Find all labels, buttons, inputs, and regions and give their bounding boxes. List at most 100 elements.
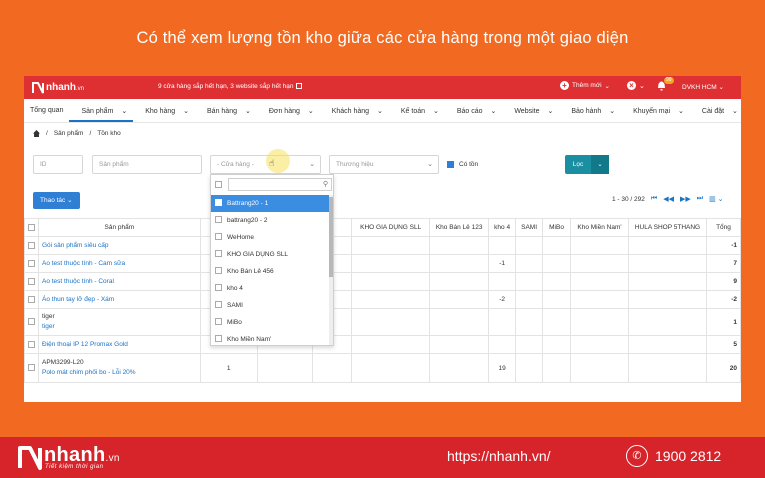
- product-code: APM3299-L20: [42, 359, 84, 366]
- add-new-menu[interactable]: + Thêm mới ⌄: [560, 81, 610, 90]
- in-stock-checkbox[interactable]: [447, 161, 454, 168]
- search-icon: ⚲: [322, 181, 328, 188]
- filter-button-label: Lọc: [572, 161, 584, 168]
- in-stock-toggle[interactable]: Có tồn: [447, 155, 478, 174]
- menu-website[interactable]: Website ⌄: [502, 107, 559, 115]
- menu-products[interactable]: Sản phẩm ⌄: [69, 107, 134, 122]
- product-name-link[interactable]: Polo mát chim phối bo - Lỗi 20%: [42, 368, 197, 378]
- app-logo[interactable]: nhanh.vn: [31, 80, 84, 95]
- row-checkbox[interactable]: [24, 335, 39, 354]
- expiry-notice[interactable]: 9 cửa hàng sắp hết hạn, 3 website sắp hế…: [158, 83, 302, 90]
- chevron-down-icon[interactable]: ⌄: [591, 155, 609, 174]
- pager-range: 1 - 30 / 292: [612, 195, 645, 203]
- select-all-stores-checkbox[interactable]: [215, 181, 222, 188]
- product-name-link[interactable]: Ao test thuộc tính - Coral: [38, 272, 201, 291]
- columns-icon[interactable]: ▥ ⌄: [709, 195, 723, 203]
- col-total[interactable]: Tổng: [705, 218, 741, 237]
- first-page-icon[interactable]: ⏮: [651, 195, 657, 203]
- close-menu[interactable]: × ⌄: [627, 81, 645, 90]
- id-field[interactable]: ID: [33, 155, 83, 174]
- menu-warehouse[interactable]: Kho hàng ⌄: [133, 107, 195, 115]
- last-page-icon[interactable]: ⏭: [697, 195, 703, 203]
- row-checkbox[interactable]: [24, 290, 39, 309]
- row-checkbox[interactable]: [24, 272, 39, 291]
- notification-bell[interactable]: 99: [657, 77, 674, 93]
- col-mibo[interactable]: MiBo: [542, 218, 572, 237]
- col-sami[interactable]: SAMI: [515, 218, 544, 237]
- prev-page-icon[interactable]: ◀◀: [663, 195, 674, 203]
- menu-sales[interactable]: Bán hàng ⌄: [195, 107, 257, 115]
- stock-cell: 19: [488, 353, 517, 383]
- col-hula-shop[interactable]: HULA SHOP 5THANG: [628, 218, 707, 237]
- menu-warranty[interactable]: Bảo hành ⌄: [559, 107, 621, 115]
- col-kho-gia-dung[interactable]: KHO GIA DỤNG SLL: [351, 218, 431, 237]
- breadcrumb-products[interactable]: Sản phẩm: [54, 130, 84, 137]
- phone-icon: ✆: [626, 445, 648, 467]
- store-dropdown: ⚲ Battrang20 - 1 battrang20 - 2 WeHome K…: [210, 174, 334, 346]
- product-name-link[interactable]: Điện thoại IP 12 Promax Gold: [38, 335, 201, 354]
- product-name-link[interactable]: Áo thun tay lỡ đẹp - Xám: [38, 290, 201, 309]
- col-kho4[interactable]: kho 4: [488, 218, 517, 237]
- dropdown-scrollbar[interactable]: [329, 195, 333, 345]
- select-all-checkbox[interactable]: [24, 218, 39, 237]
- close-icon: ×: [627, 81, 636, 90]
- store-option[interactable]: Kho Bán Lẻ 456: [211, 263, 331, 280]
- actions-button[interactable]: Thao tác ⌄: [33, 192, 80, 209]
- menu-overview[interactable]: Tổng quan: [24, 107, 69, 114]
- table-row: Điện thoại IP 12 Promax Gold 5 5: [24, 335, 741, 354]
- filter-button[interactable]: Lọc ⌄: [565, 155, 609, 174]
- home-icon[interactable]: [33, 130, 40, 137]
- phone-number: 1900 2812: [655, 448, 722, 464]
- row-checkbox[interactable]: [24, 353, 39, 383]
- menu-accounting[interactable]: Kế toán ⌄: [389, 107, 445, 115]
- next-page-icon[interactable]: ▶▶: [680, 195, 691, 203]
- hand-cursor-icon: ☝: [269, 158, 275, 168]
- store-option[interactable]: KHO GIA DỤNG SLL: [211, 246, 331, 263]
- stock-cell: 1: [199, 353, 258, 383]
- menu-customers[interactable]: Khách hàng ⌄: [320, 107, 389, 115]
- chevron-down-icon: ⌄: [427, 161, 433, 168]
- menu-settings[interactable]: Cài đặt ⌄: [690, 107, 741, 115]
- top-bar: nhanh.vn 9 cửa hàng sắp hết hạn, 3 websi…: [24, 76, 741, 99]
- breadcrumb: / Sản phẩm / Tồn kho: [33, 130, 121, 137]
- row-checkbox[interactable]: [24, 308, 39, 336]
- footer-url[interactable]: https://nhanh.vn/: [447, 448, 551, 464]
- pagination: 1 - 30 / 292 ⏮ ◀◀ ▶▶ ⏭ ▥ ⌄: [612, 195, 724, 203]
- row-total: 9: [705, 272, 741, 291]
- row-checkbox[interactable]: [24, 236, 39, 255]
- col-kho-mien-nam[interactable]: Kho Miền Nam': [570, 218, 629, 237]
- table-row: Ao test thuộc tính - Coral 9: [24, 272, 741, 291]
- brand-select[interactable]: Thương hiệu ⌄: [329, 155, 439, 174]
- breadcrumb-inventory: Tồn kho: [97, 130, 121, 137]
- col-product[interactable]: Sản phẩm: [38, 218, 201, 237]
- product-field[interactable]: Sản phẩm: [92, 155, 202, 174]
- store-option[interactable]: SAMI: [211, 297, 331, 314]
- footer-tagline: Tiết kiệm thời gian: [45, 464, 104, 470]
- filter-bar: ID Sản phẩm - Cửa hàng - ⌄ Thương hiệu ⌄ C…: [33, 155, 733, 175]
- product-name-link[interactable]: Gói sản phẩm siêu cấp: [38, 236, 201, 255]
- app-window: nhanh.vn 9 cửa hàng sắp hết hạn, 3 websi…: [24, 76, 741, 402]
- menu-orders[interactable]: Đơn hàng ⌄: [257, 107, 320, 115]
- store-option[interactable]: MiBo: [211, 314, 331, 331]
- menu-promotions[interactable]: Khuyến mại ⌄: [621, 107, 690, 115]
- row-total: 7: [705, 254, 741, 273]
- store-option[interactable]: Kho Miền Nam': [211, 331, 331, 345]
- chevron-down-icon: ⌄: [309, 161, 315, 168]
- add-new-label: Thêm mới: [572, 82, 602, 89]
- store-option[interactable]: WeHome: [211, 229, 331, 246]
- product-name-cell: APM3299-L20 Polo mát chim phối bo - Lỗi 2…: [38, 353, 201, 383]
- menu-reports[interactable]: Báo cáo ⌄: [445, 107, 503, 115]
- product-name-link[interactable]: Ao test thuộc tính - Cam sữa: [38, 254, 201, 273]
- product-code: tiger: [42, 313, 55, 320]
- store-search-input[interactable]: ⚲: [228, 178, 332, 191]
- store-option[interactable]: kho 4: [211, 280, 331, 297]
- product-name-link[interactable]: tiger: [42, 322, 197, 332]
- nhanh-logo-icon: [18, 446, 42, 470]
- branch-selector[interactable]: DVKH HCM ⌄: [682, 83, 724, 91]
- footer-phone[interactable]: ✆ 1900 2812: [626, 445, 721, 467]
- table-row: Gói sản phẩm siêu cấp -1: [24, 236, 741, 255]
- store-option[interactable]: Battrang20 - 1: [211, 195, 331, 212]
- col-kho-ban-le[interactable]: Kho Bán Lẻ 123: [429, 218, 490, 237]
- store-option[interactable]: battrang20 - 2: [211, 212, 331, 229]
- row-checkbox[interactable]: [24, 254, 39, 273]
